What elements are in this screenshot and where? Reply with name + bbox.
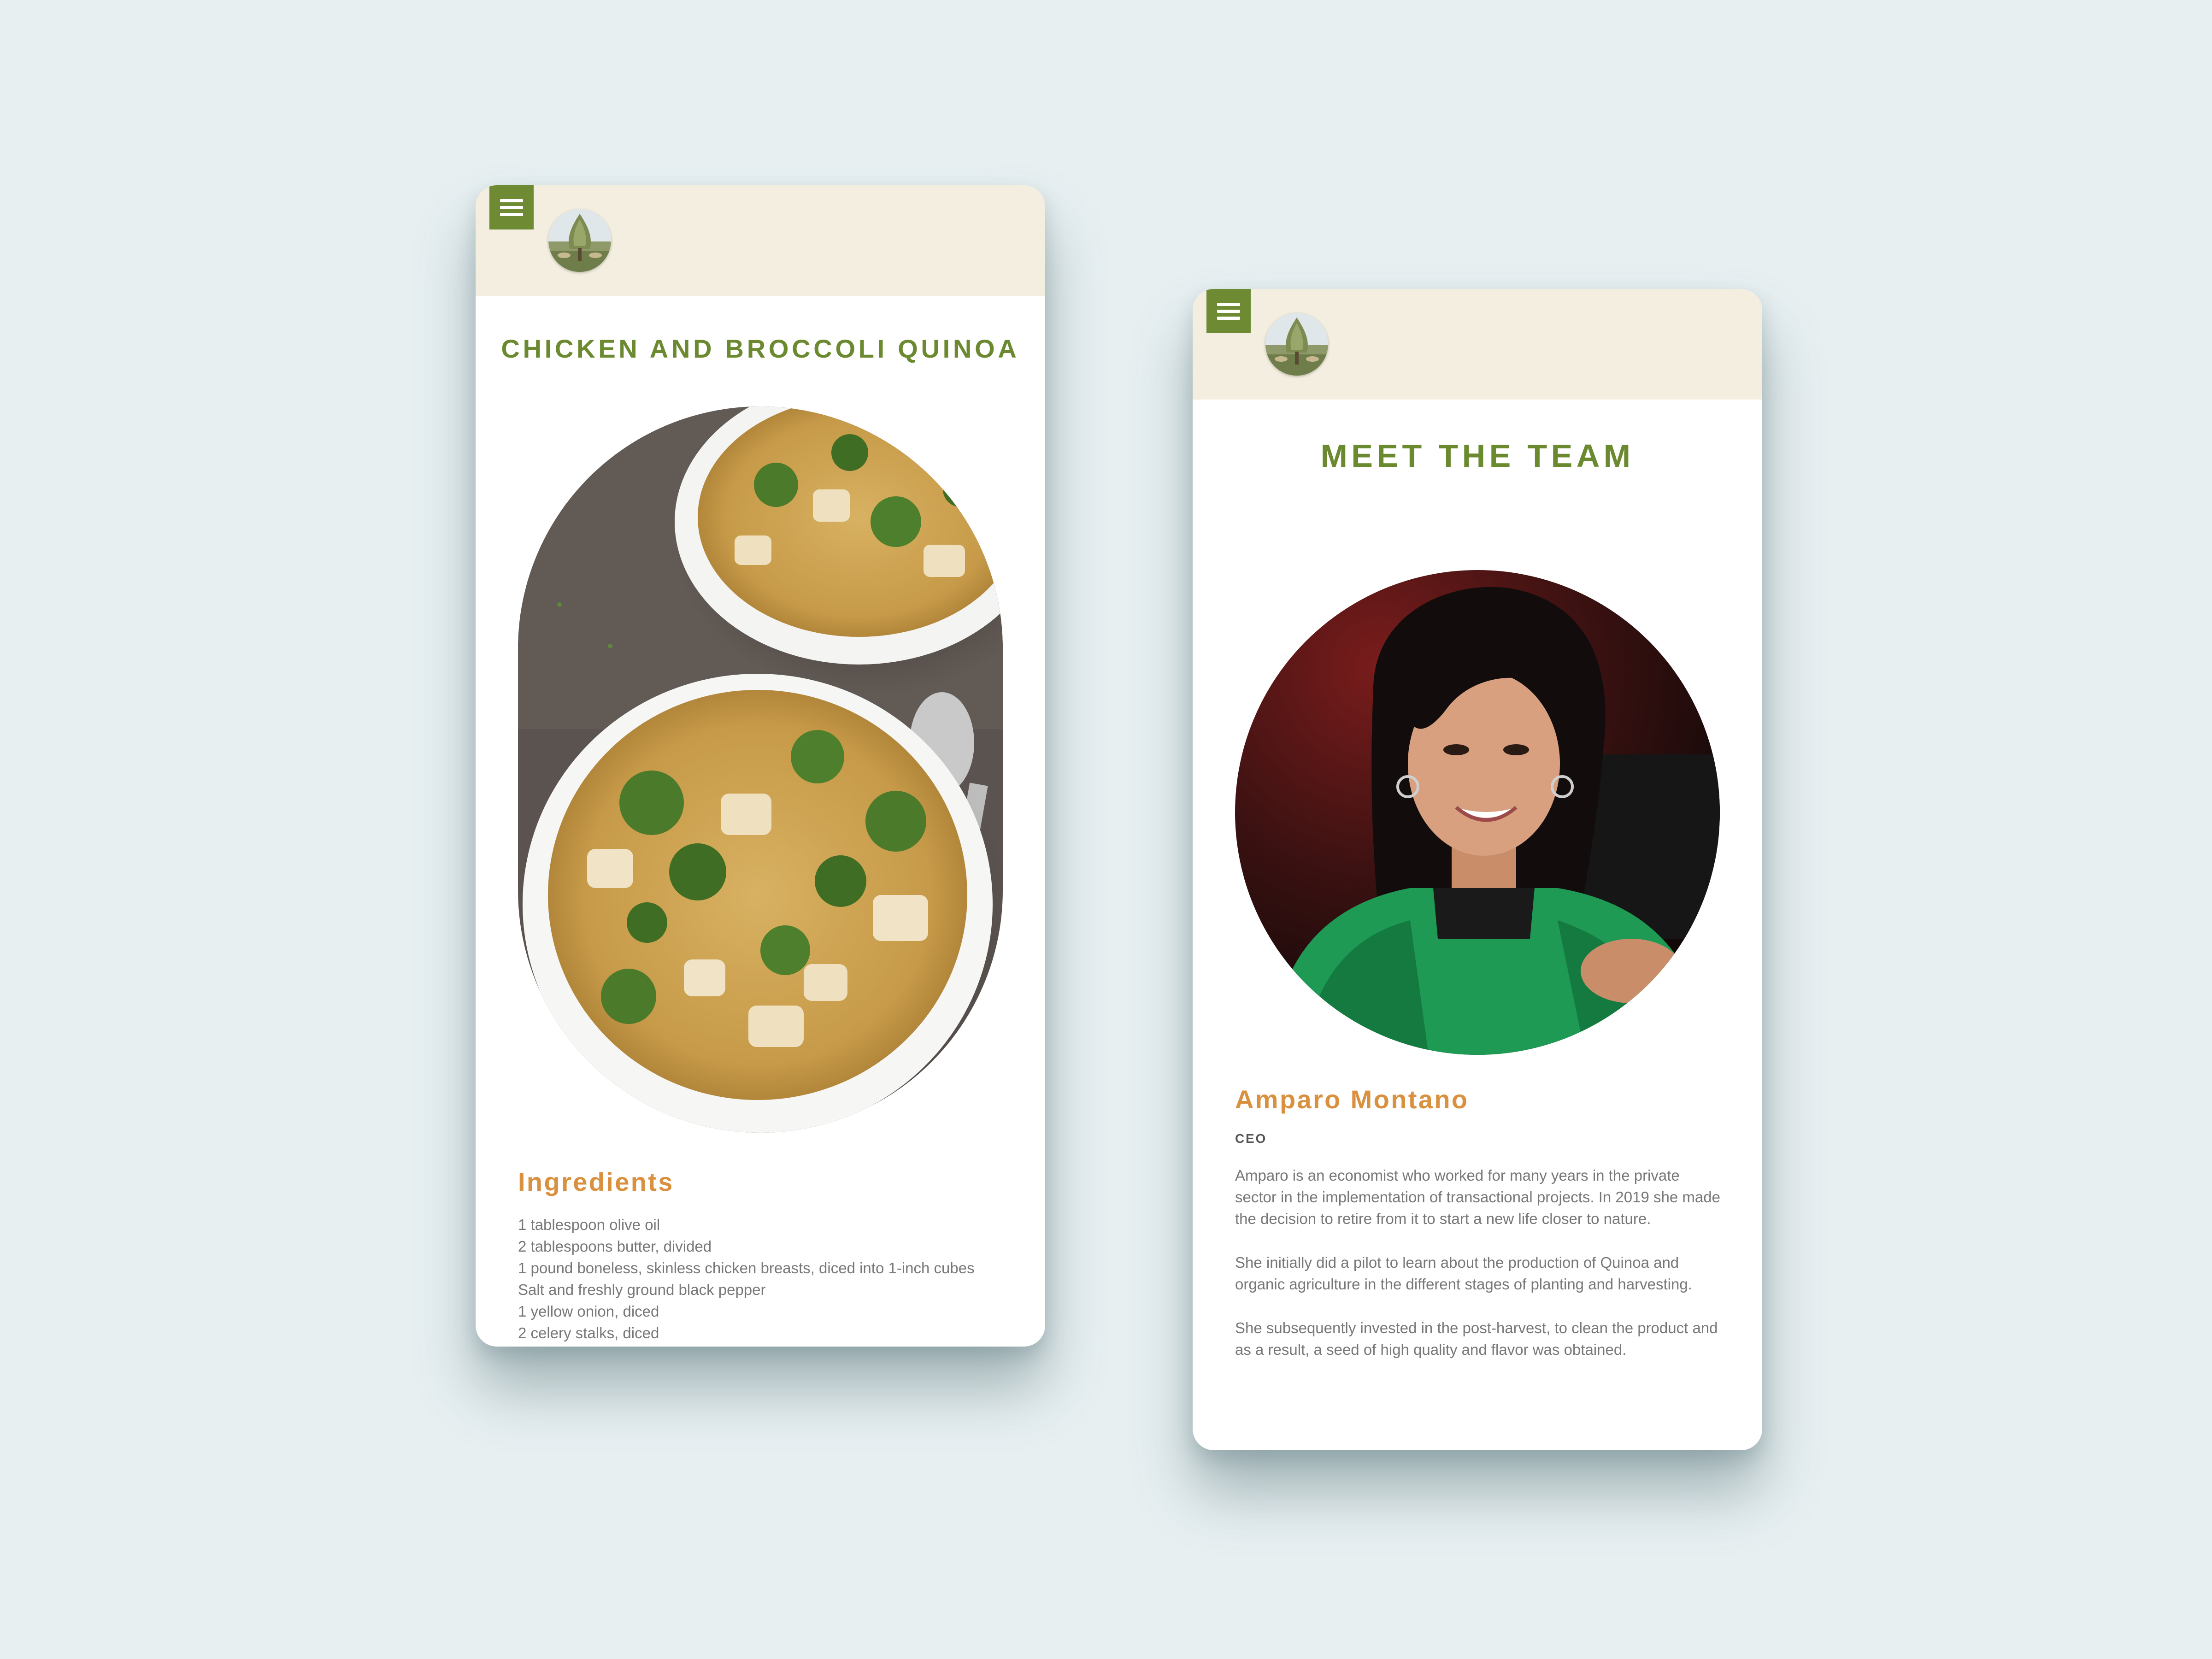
hamburger-menu-icon[interactable] xyxy=(489,185,534,229)
recipe-photo-chicken-broccoli-quinoa xyxy=(518,406,1003,1133)
page-title: CHICKEN AND BROCCOLI QUINOA xyxy=(501,334,1020,363)
page-title: MEET THE TEAM xyxy=(1320,438,1635,474)
quinoa-plant-logo[interactable] xyxy=(1265,313,1328,376)
recipe-header xyxy=(476,185,1045,296)
bio-paragraph: She subsequently invested in the post-ha… xyxy=(1235,1319,1718,1358)
team-member-role: CEO xyxy=(1235,1131,1267,1146)
ingredients-heading: Ingredients xyxy=(518,1167,674,1196)
list-item: 1 pound boneless, skinless chicken breas… xyxy=(518,1259,975,1277)
ingredients-list: 1 tablespoon olive oil 2 tablespoons but… xyxy=(518,1214,1006,1344)
team-member-photo xyxy=(1235,570,1720,1055)
quinoa-plant-logo[interactable] xyxy=(548,209,611,272)
list-item: 1 tablespoon olive oil xyxy=(518,1216,660,1233)
bio-paragraph: She initially did a pilot to learn about… xyxy=(1235,1254,1692,1293)
list-item: 2 tablespoons butter, divided xyxy=(518,1238,712,1255)
recipe-phone-screen: CHICKEN AND BROCCOLI QUINOA Ingredients … xyxy=(476,185,1045,1347)
team-member-bio: Amparo is an economist who worked for ma… xyxy=(1235,1165,1724,1382)
team-member-name: Amparo Montano xyxy=(1235,1085,1469,1114)
list-item: 2 celery stalks, diced xyxy=(518,1324,659,1341)
list-item: Salt and freshly ground black pepper xyxy=(518,1281,766,1298)
team-phone-screen: MEET THE TEAM Amparo Montano CEO Amparo … xyxy=(1193,289,1762,1450)
bio-paragraph: Amparo is an economist who worked for ma… xyxy=(1235,1167,1720,1227)
list-item: 1 yellow onion, diced xyxy=(518,1303,659,1320)
hamburger-menu-icon[interactable] xyxy=(1206,289,1251,333)
team-header xyxy=(1193,289,1762,400)
